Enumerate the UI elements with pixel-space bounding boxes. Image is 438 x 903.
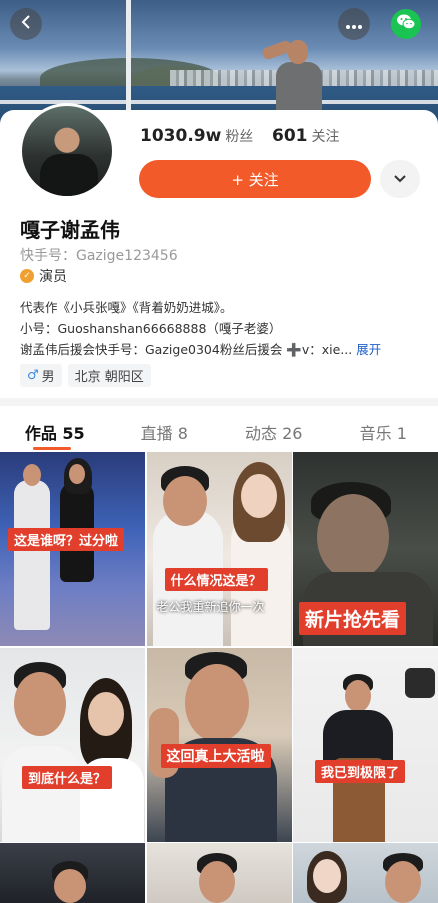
profile-name: 嘎子谢孟伟 [20, 218, 120, 242]
following-label: 关注 [311, 129, 340, 145]
avatar[interactable] [19, 103, 115, 199]
fans-stat[interactable]: 1030.9w 粉丝 [140, 126, 253, 146]
gender-tag: ♂ 男 [20, 364, 62, 387]
location-tag: 北京 朝阳区 [67, 364, 151, 387]
following-stat[interactable]: 601 关注 [272, 126, 340, 146]
video-caption: 我已到极限了 [315, 759, 406, 783]
back-chevron-icon [19, 14, 33, 35]
back-button[interactable] [10, 8, 42, 40]
profile-tags: ♂ 男 北京 朝阳区 [20, 364, 151, 387]
certification-label: 演员 [39, 269, 67, 285]
video-caption: 新片抢先看 [299, 602, 407, 635]
video-thumbnail[interactable] [0, 843, 145, 903]
gender-label: 男 [41, 370, 55, 385]
tab-works[interactable]: 作品 55 [0, 412, 110, 452]
fans-count: 1030.9w [140, 126, 222, 146]
expand-link[interactable]: 展开 [356, 342, 381, 357]
video-thumbnail[interactable] [146, 843, 292, 903]
tab-music[interactable]: 音乐 1 [329, 412, 438, 452]
kuaishou-id[interactable]: 快手号：Gazige123456 [20, 245, 178, 265]
video-caption: 这是谁呀？过分啦 [8, 528, 125, 551]
video-thumbnail[interactable]: 新片抢先看 [293, 452, 438, 646]
tab-moments[interactable]: 动态 26 [219, 412, 329, 452]
video-thumbnail[interactable]: 这是谁呀？过分啦 [0, 452, 145, 646]
certification-icon: ✓ [20, 269, 34, 283]
follow-button[interactable]: + 关注 [139, 160, 371, 198]
male-icon: ♂ [27, 368, 39, 383]
video-caption: 到底什么是？ [22, 765, 113, 789]
video-thumbnail[interactable]: 到底什么是？ [0, 647, 145, 842]
more-dots-icon [345, 14, 363, 35]
video-caption: 这回真上大活啦 [160, 743, 271, 768]
video-thumbnail[interactable]: 什么情况这是？ 老公我重新追你一次 [146, 452, 292, 646]
video-thumbnail[interactable]: 这回真上大活啦 [146, 647, 292, 842]
video-subtitle: 老公我重新追你一次 [156, 600, 265, 614]
chevron-down-icon [393, 171, 407, 187]
wechat-share-button[interactable] [391, 9, 421, 39]
tab-live[interactable]: 直播 8 [110, 412, 220, 452]
bio-line: 小号：Guoshanshan66668888（嘎子老婆） [20, 321, 282, 336]
cover-person [260, 39, 328, 120]
more-button[interactable] [338, 8, 370, 40]
bio-line: 谢孟伟后援会快手号：Gazige0304粉丝后援会 ➕v：xie... 展开 [20, 339, 381, 358]
bio-line-text: 谢孟伟后援会快手号：Gazige0304粉丝后援会 ➕v：xie... [20, 342, 353, 357]
video-caption: 什么情况这是？ [164, 568, 268, 591]
recommend-dropdown-button[interactable] [380, 160, 420, 198]
video-thumbnail[interactable]: 我已到极限了 [293, 647, 438, 842]
video-thumbnail[interactable] [293, 843, 438, 903]
section-divider [0, 398, 438, 406]
fans-label: 粉丝 [225, 129, 254, 145]
bio-line: 代表作《小兵张嘎》《背着奶奶进城》。 [20, 300, 233, 315]
content-tabs: 作品 55 直播 8 动态 26 音乐 1 [0, 412, 438, 452]
following-count: 601 [272, 126, 308, 146]
video-grid-row [0, 843, 438, 903]
video-grid: 这是谁呀？过分啦 什么情况这是？ 老公我重新追你一次 新片抢先看 到底什么是？ [0, 452, 438, 842]
wechat-icon [396, 13, 416, 36]
cover-pole [126, 0, 131, 112]
certification-row: ✓ 演员 [20, 266, 67, 286]
active-tab-indicator [33, 447, 71, 450]
